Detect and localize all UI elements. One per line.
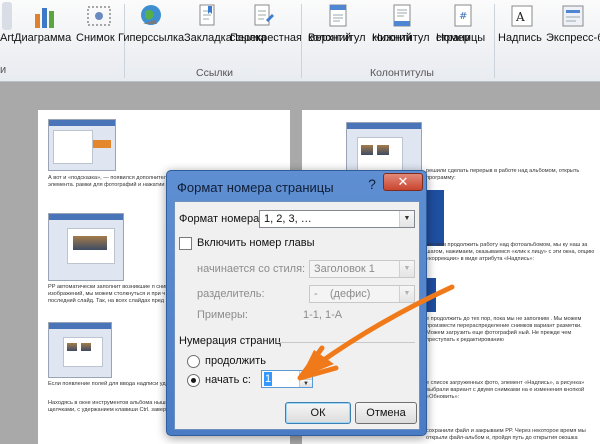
number-format-label: Формат номера: [179,213,263,225]
dialog-title: Формат номера страницы [177,180,334,195]
hyperlink-button[interactable]: Гиперссылка [118,2,184,66]
start-at-value: 1 [264,372,273,386]
quick-parts-button[interactable]: Экспресс-бл [546,2,600,66]
quick-parts-icon [559,2,587,30]
help-button[interactable]: ? [362,174,382,194]
headers-footers-group-label: Колонтитулы [370,67,434,79]
page-number-format-dialog: Формат номера страницы ? ✕ Формат номера… [166,170,427,436]
camera-icon [85,2,113,30]
cancel-button[interactable]: Отмена [355,402,417,424]
examples-label: Примеры: [197,309,248,321]
number-format-select[interactable]: 1, 2, 3, … ▼ [259,210,415,228]
screenshot-thumbnail [48,213,124,281]
separator-label: разделитель: [197,288,265,300]
separator-select[interactable]: - (дефис) ▼ [309,285,415,303]
page-text: решили сделать перерыв в работе над альб… [426,168,580,181]
textbox-icon: A [508,2,536,30]
svg-text:A: A [515,10,525,24]
page-text: сохранили файл и закрываем PP. Через нек… [426,428,586,441]
dialog-body: Формат номера: 1, 2, 3, … ▼ Включить ном… [174,201,420,430]
ribbon: Art и Диаграмма Снимок Гиперссылка Закла… [0,0,600,82]
close-button[interactable]: ✕ [383,173,423,191]
ribbon-separator [301,4,302,78]
header-button[interactable]: Верхний колонтитул [308,2,368,66]
page-numbering-group-label: Нумерация страниц [179,335,281,347]
page-text: желаем продолжить работу над фотоальбомо… [426,242,595,262]
footer-button[interactable]: Нижний колонтитул [372,2,432,66]
bookmark-button[interactable]: Закладка [184,2,232,66]
textbox-button[interactable]: A Надпись [498,2,546,66]
close-icon: ✕ [397,174,409,189]
include-chapter-checkbox[interactable] [179,237,192,250]
screenshot-thumbnail [48,119,116,171]
screenshot-button[interactable]: Снимок [76,2,122,66]
chapter-style-select[interactable]: Заголовок 1 ▼ [309,260,415,278]
continue-radio[interactable] [187,355,200,368]
bar-chart-icon [31,2,59,30]
links-group-label: Ссылки [196,67,233,79]
footer-icon [388,2,416,30]
chart-button[interactable]: Диаграмма [14,2,76,66]
cross-reference-icon [250,2,278,30]
spin-down-icon[interactable]: ▼ [299,379,312,387]
crossref-button[interactable]: Перекрестная ссылка [230,2,302,66]
start-at-stepper[interactable]: 1 ▲ ▼ [261,370,313,388]
group-divider [279,342,415,343]
smartart-icon [2,2,12,30]
start-at-radio[interactable] [187,374,200,387]
chevron-down-icon: ▼ [399,211,414,227]
bookmark-icon [193,2,221,30]
page-text: е продолжить до тех пор, пока мы не запо… [426,316,582,343]
continue-label: продолжить [205,355,266,367]
spin-up-icon[interactable]: ▲ [299,371,312,379]
start-at-label: начать с: [205,374,251,386]
ribbon-left-cut-label: и [0,64,7,76]
smartart-button-cut[interactable]: Art [0,2,14,66]
screenshot-thumbnail [48,322,112,378]
header-icon [324,2,352,30]
include-chapter-label: Включить номер главы [197,237,315,249]
chevron-down-icon: ▼ [399,286,414,302]
chevron-down-icon: ▼ [399,261,414,277]
page-text: е список загруженных фото, элемент «Надп… [426,380,585,400]
starts-with-style-label: начинается со стиля: [197,263,306,275]
ribbon-separator [494,4,495,78]
ok-button[interactable]: ОК [285,402,351,424]
svg-text:#: # [459,11,467,22]
page-number-button[interactable]: # Номер страницы [436,2,490,66]
globe-icon [137,2,165,30]
page-number-icon: # [449,2,477,30]
examples-value: 1-1, 1-A [303,309,343,321]
page-image-fragment [426,278,436,312]
